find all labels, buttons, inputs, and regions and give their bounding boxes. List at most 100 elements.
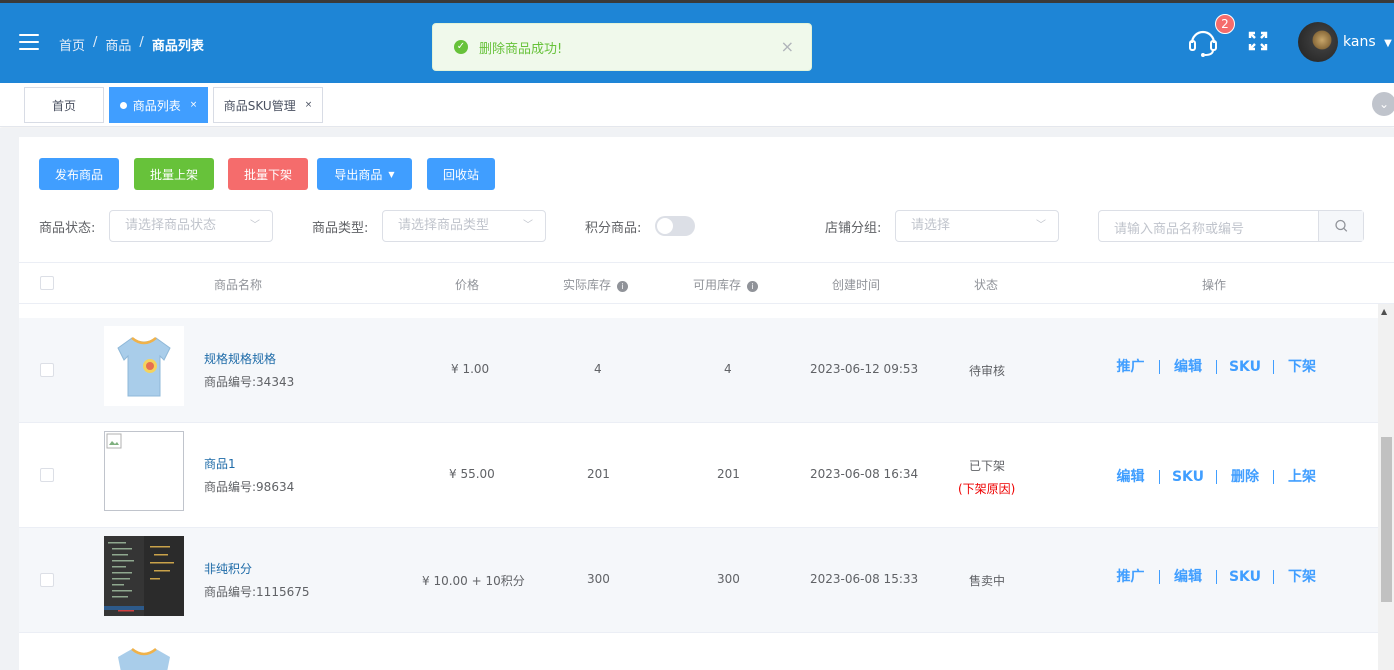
breadcrumb-current: 商品列表	[151, 39, 204, 54]
tab-close-icon[interactable]: ×	[305, 100, 313, 110]
product-thumbnail[interactable]	[104, 431, 184, 511]
type-filter-label: 商品类型:	[312, 221, 369, 236]
sku-link[interactable]: SKU	[1159, 470, 1216, 484]
toast-message: 删除商品成功!	[479, 41, 563, 57]
tab-label: 商品列表	[132, 98, 181, 113]
tab-close-icon[interactable]: ×	[190, 100, 198, 110]
created-cell: 2023-06-08 15:33	[810, 572, 919, 586]
select-all-checkbox[interactable]	[40, 276, 54, 290]
table-row: 规格规格规格 商品编号:34343 ¥ 1.00 4 4 2023-06-12 …	[19, 318, 1378, 423]
price-cell: ¥ 10.00 + 10积分	[422, 574, 525, 588]
group-filter-label: 店铺分组:	[825, 221, 882, 236]
col-header-available-stock: 可用库存 i	[693, 276, 759, 293]
points-filter-label: 积分商品:	[585, 221, 642, 236]
breadcrumb-separator: /	[93, 35, 98, 50]
available-stock-cell: 300	[717, 572, 740, 586]
col-header-available-stock-label: 可用库存	[693, 278, 742, 292]
bulk-on-shelf-button[interactable]: 批量上架	[134, 158, 214, 190]
fullscreen-icon[interactable]	[1248, 31, 1268, 51]
promote-link[interactable]: 推广	[1102, 570, 1159, 584]
headset-support-icon[interactable]	[1186, 25, 1220, 59]
tshirt-image	[118, 648, 170, 670]
col-header-actual-stock-label: 实际库存	[563, 278, 612, 292]
tab-goods-list[interactable]: 商品列表 ×	[109, 87, 208, 123]
type-select-placeholder: 请选择商品类型	[398, 218, 490, 233]
scroll-up-arrow-icon[interactable]: ▲	[1381, 307, 1387, 316]
product-name-link[interactable]: 规格规格规格	[204, 350, 276, 367]
breadcrumb-goods[interactable]: 商品	[105, 35, 131, 54]
search-input[interactable]: 请输入商品名称或编号	[1114, 218, 1244, 237]
tshirt-image	[117, 337, 171, 397]
tab-label: 商品SKU管理	[223, 98, 296, 113]
table-row	[19, 633, 1378, 670]
publish-button[interactable]: 发布商品	[39, 158, 119, 190]
edit-link[interactable]: 编辑	[1159, 570, 1216, 584]
export-dropdown-button[interactable]: 导出商品 ▼	[317, 158, 412, 190]
edit-link[interactable]: 编辑	[1159, 360, 1216, 374]
row-checkbox[interactable]	[40, 573, 54, 587]
table-row: 非纯积分 商品编号:1115675 ¥ 10.00 + 10积分 300 300…	[19, 528, 1378, 633]
row-actions: 推广 编辑 SKU 下架	[1102, 570, 1330, 584]
row-checkbox[interactable]	[40, 363, 54, 377]
points-goods-switch[interactable]	[655, 216, 695, 236]
chevron-down-icon: ﹀	[523, 220, 533, 231]
chevron-down-icon: ﹀	[1036, 220, 1046, 231]
off-shelf-link[interactable]: 下架	[1273, 360, 1330, 374]
status-select[interactable]: 请选择商品状态 ﹀	[109, 210, 273, 242]
actual-stock-cell: 201	[587, 467, 610, 481]
status-select-placeholder: 请选择商品状态	[125, 218, 217, 233]
sku-link[interactable]: SKU	[1216, 570, 1273, 584]
breadcrumb-home[interactable]: 首页	[59, 35, 85, 54]
broken-image-icon	[106, 433, 122, 449]
info-icon[interactable]: i	[747, 281, 759, 292]
price-cell: ¥ 1.00	[451, 362, 490, 376]
off-shelf-link[interactable]: 下架	[1273, 570, 1330, 584]
type-select[interactable]: 请选择商品类型 ﹀	[382, 210, 546, 242]
col-header-price: 价格	[455, 278, 480, 292]
tab-sku-manage[interactable]: 商品SKU管理 ×	[213, 87, 323, 123]
col-header-actual-stock: 实际库存 i	[563, 276, 629, 293]
status-cell: 售卖中	[969, 574, 1006, 588]
user-avatar[interactable]	[1298, 22, 1338, 62]
product-code: 商品编号:98634	[204, 480, 295, 494]
row-checkbox[interactable]	[40, 468, 54, 482]
bulk-off-shelf-button[interactable]: 批量下架	[228, 158, 308, 190]
code-screenshot-image	[104, 536, 184, 616]
row-actions: 推广 编辑 SKU 下架	[1102, 360, 1330, 374]
price-cell: ¥ 55.00	[449, 467, 495, 481]
info-icon[interactable]: i	[617, 281, 629, 292]
status-cell: 待审核	[969, 364, 1006, 378]
row-actions: 编辑 SKU 删除 上架	[1102, 470, 1330, 484]
toast-close-icon[interactable]: ×	[781, 37, 794, 56]
product-code: 商品编号:1115675	[204, 585, 310, 599]
chevron-down-icon: ﹀	[250, 220, 260, 231]
col-header-actions: 操作	[1202, 278, 1227, 292]
product-name-link[interactable]: 商品1	[204, 455, 236, 472]
edit-link[interactable]: 编辑	[1102, 470, 1159, 484]
menu-toggle-icon[interactable]	[19, 34, 39, 50]
scrollbar-thumb[interactable]	[1381, 437, 1392, 602]
product-thumbnail[interactable]	[104, 536, 184, 616]
sku-link[interactable]: SKU	[1216, 360, 1273, 374]
off-shelf-reason[interactable]: (下架原因)	[958, 480, 1015, 497]
product-code: 商品编号:34343	[204, 375, 295, 389]
breadcrumb-separator: /	[139, 35, 144, 50]
promote-link[interactable]: 推广	[1102, 360, 1159, 374]
delete-link[interactable]: 删除	[1216, 470, 1273, 484]
product-thumbnail[interactable]	[104, 326, 184, 406]
product-name-link[interactable]: 非纯积分	[204, 560, 252, 577]
product-thumbnail[interactable]	[104, 647, 184, 670]
on-shelf-link[interactable]: 上架	[1273, 470, 1330, 484]
table-header: 商品名称 价格 实际库存 i 可用库存 i 创建时间 状态 操作	[19, 262, 1394, 304]
tabs-more-chevron-icon[interactable]: ⌄	[1372, 92, 1394, 116]
group-select[interactable]: 请选择 ﹀	[895, 210, 1059, 242]
export-label: 导出商品	[334, 167, 383, 182]
search-button[interactable]	[1318, 211, 1363, 241]
user-menu[interactable]: kans ▼	[1343, 34, 1392, 50]
available-stock-cell: 201	[717, 467, 740, 481]
tab-home[interactable]: 首页	[24, 87, 104, 123]
caret-down-icon: ▼	[1384, 38, 1392, 49]
recycle-bin-button[interactable]: 回收站	[427, 158, 495, 190]
success-toast: ✓ 删除商品成功! ×	[432, 23, 812, 71]
notification-badge: 2	[1215, 14, 1235, 34]
